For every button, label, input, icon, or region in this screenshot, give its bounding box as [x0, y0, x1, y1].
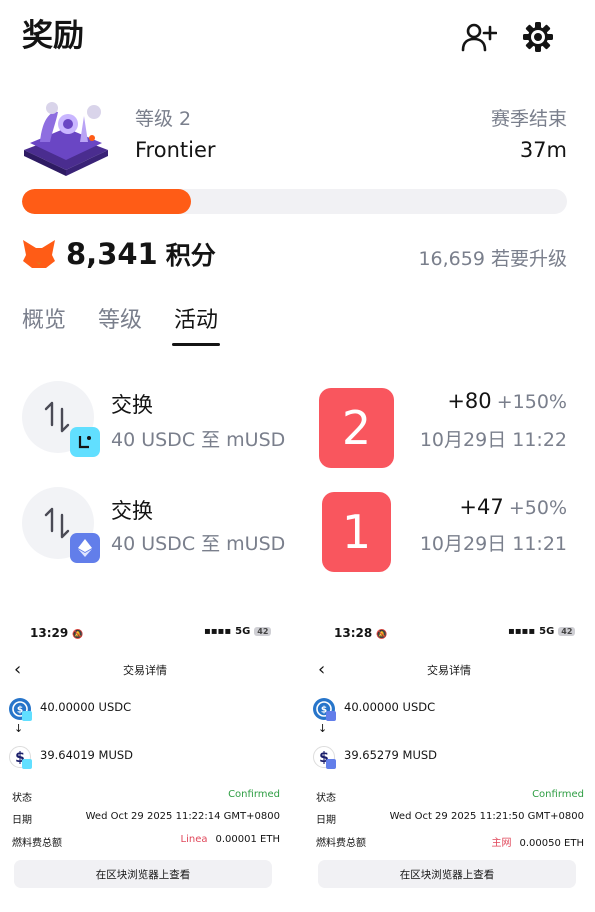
date-label: 日期	[12, 815, 32, 826]
linea-icon	[70, 427, 100, 457]
to-amount: 39.64019 MUSD	[40, 748, 134, 762]
status-bar-indicators: ▪▪▪▪ 5G 42	[204, 626, 272, 637]
status-bar-indicators: ▪▪▪▪ 5G 42	[508, 626, 576, 637]
activity-percent: +150%	[496, 391, 567, 413]
points-value: 8,341	[66, 237, 158, 271]
fee-value: 0.00050 ETH	[519, 838, 584, 849]
activity-amount-row: +80 +150%	[447, 389, 567, 413]
fee-value-row: 主网 0.00050 ETH	[492, 834, 584, 849]
network-name: Linea	[180, 834, 208, 845]
points-row: 8,341 积分	[22, 236, 216, 272]
activity-amount-row: +47 +50%	[459, 495, 567, 519]
fee-label: 燃料费总额	[316, 838, 366, 849]
from-amount: 40.00000 USDC	[344, 700, 436, 714]
activity-amount: +47	[459, 495, 504, 519]
gear-icon[interactable]	[518, 17, 558, 57]
activity-percent: +50%	[508, 497, 567, 519]
network-name: 主网	[491, 838, 512, 849]
activity-row[interactable]: 交换 40 USDC 至 mUSD +80 +150% 10月29日 11:22	[22, 381, 567, 471]
status-label: 状态	[12, 793, 32, 804]
tab-activity[interactable]: 活动	[172, 302, 221, 346]
view-on-explorer-button[interactable]: 在区块浏览器上查看	[318, 860, 576, 888]
activity-subtitle: 40 USDC 至 mUSD	[111, 429, 286, 451]
status-label: 状态	[316, 793, 336, 804]
activity-title: 交换	[111, 393, 153, 417]
activity-title: 交换	[111, 499, 153, 523]
linea-icon	[22, 759, 32, 769]
page-title: 奖励	[22, 18, 84, 54]
activity-time: 10月29日 11:21	[419, 533, 567, 555]
to-amount: 39.65279 MUSD	[344, 748, 438, 762]
transaction-detail-screenshot: 13:29 🔕 ▪▪▪▪ 5G 42 ‹ 交易详情 $ 40.00000 USDC …	[0, 618, 290, 912]
person-add-icon[interactable]	[459, 17, 499, 57]
level-name: Frontier	[135, 138, 216, 162]
fee-label: 燃料费总额	[12, 838, 62, 849]
annotation-tag: 1	[322, 492, 391, 572]
detail-title: 交易详情	[123, 664, 167, 677]
points-unit: 积分	[165, 241, 216, 270]
level-illustration	[22, 98, 110, 176]
activity-subtitle: 40 USDC 至 mUSD	[111, 533, 286, 555]
progress-fill	[22, 189, 191, 214]
status-time: 13:29 🔕	[30, 626, 84, 640]
fee-value-row: Linea 0.00001 ETH	[181, 834, 280, 845]
arrow-down-icon: ↓	[318, 722, 328, 735]
activity-row[interactable]: 交换 40 USDC 至 mUSD +47 +50% 10月29日 11:21	[22, 487, 567, 577]
tab-bar: 概览 等级 活动	[22, 302, 250, 346]
arrow-down-icon: ↓	[14, 722, 24, 735]
metamask-fox-icon	[23, 240, 55, 268]
season-end-value: 37m	[519, 138, 567, 162]
points-to-next-level: 16,659 若要升级	[418, 248, 567, 270]
status-time: 13:28 🔕	[334, 626, 388, 640]
ethereum-icon	[70, 533, 100, 563]
fee-value: 0.00001 ETH	[215, 834, 280, 845]
level-progress-bar	[22, 189, 567, 214]
ethereum-icon	[326, 759, 336, 769]
ethereum-icon	[326, 711, 336, 721]
view-on-explorer-button[interactable]: 在区块浏览器上查看	[14, 860, 272, 888]
transaction-detail-screenshot: 13:28 🔕 ▪▪▪▪ 5G 42 ‹ 交易详情 $ 40.00000 USDC …	[304, 618, 594, 912]
from-amount: 40.00000 USDC	[40, 700, 132, 714]
date-value: Wed Oct 29 2025 11:22:14 GMT+0800	[85, 811, 280, 822]
status-value: Confirmed	[532, 789, 584, 800]
tab-levels[interactable]: 等级	[98, 302, 142, 346]
detail-title: 交易详情	[427, 664, 471, 677]
season-end-label: 赛季结束	[490, 108, 567, 130]
annotation-tag: 2	[319, 388, 394, 468]
linea-icon	[22, 711, 32, 721]
date-label: 日期	[316, 815, 336, 826]
activity-time: 10月29日 11:22	[419, 429, 567, 451]
status-value: Confirmed	[228, 789, 280, 800]
date-value: Wed Oct 29 2025 11:21:50 GMT+0800	[389, 811, 584, 822]
level-label: 等级 2	[135, 108, 192, 130]
tab-overview[interactable]: 概览	[22, 302, 66, 346]
activity-amount: +80	[447, 389, 492, 413]
